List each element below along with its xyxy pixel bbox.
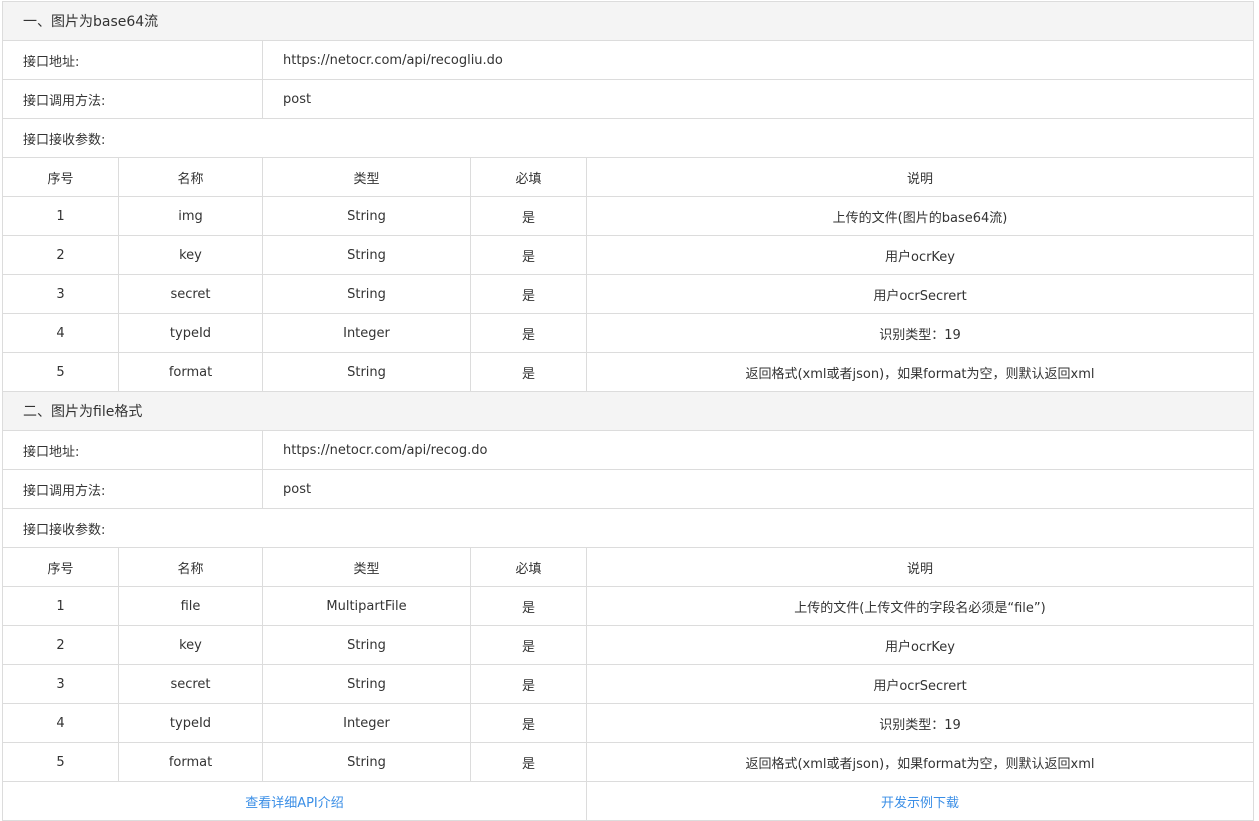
param-name: key bbox=[119, 236, 263, 274]
table-row: 3 secret String 是 用户ocrSecrert bbox=[3, 665, 1253, 704]
param-required: 是 bbox=[471, 587, 587, 625]
method-label: 接口调用方法: bbox=[3, 80, 263, 118]
download-cell: 开发示例下载 bbox=[587, 782, 1253, 820]
param-required: 是 bbox=[471, 704, 587, 742]
method-value: post bbox=[283, 481, 312, 497]
api-details-cell: 查看详细API介绍 bbox=[3, 782, 587, 820]
address-label: 接口地址: bbox=[3, 431, 263, 469]
method-row: 接口调用方法: post bbox=[3, 80, 1253, 119]
header-type: 类型 bbox=[263, 158, 471, 196]
param-type: String bbox=[263, 275, 471, 313]
param-description: 返回格式(xml或者json)，如果format为空，则默认返回xml bbox=[745, 366, 1095, 382]
param-type: String bbox=[263, 665, 471, 703]
method-label: 接口调用方法: bbox=[3, 470, 263, 508]
param-name: secret bbox=[119, 275, 263, 313]
param-description: 用户ocrKey bbox=[884, 639, 955, 655]
param-index: 4 bbox=[3, 704, 119, 742]
param-description: 用户ocrKey bbox=[884, 249, 955, 265]
table-row: 5 format String 是 返回格式(xml或者json)，如果form… bbox=[3, 743, 1253, 782]
table-row: 5 format String 是 返回格式(xml或者json)，如果form… bbox=[3, 353, 1253, 392]
params-header-row: 序号 名称 类型 必填 说明 bbox=[3, 548, 1253, 587]
sample-download-link[interactable]: 开发示例下载 bbox=[881, 792, 959, 811]
params-header-row: 序号 名称 类型 必填 说明 bbox=[3, 158, 1253, 197]
param-type: String bbox=[263, 353, 471, 391]
param-required: 是 bbox=[471, 743, 587, 781]
address-row: 接口地址: https://netocr.com/api/recogliu.do bbox=[3, 41, 1253, 80]
params-label: 接口接收参数: bbox=[23, 132, 106, 148]
param-name: typeId bbox=[119, 704, 263, 742]
param-index: 5 bbox=[3, 743, 119, 781]
table-row: 4 typeId Integer 是 识别类型：19 bbox=[3, 314, 1253, 353]
param-description: 用户ocrSecrert bbox=[873, 678, 967, 694]
params-row: 接口接收参数: bbox=[3, 509, 1253, 548]
header-required: 必填 bbox=[471, 158, 587, 196]
param-description: 识别类型：19 bbox=[879, 717, 961, 733]
param-index: 3 bbox=[3, 275, 119, 313]
table-row: 4 typeId Integer 是 识别类型：19 bbox=[3, 704, 1253, 743]
section-2-header: 二、图片为file格式 bbox=[3, 392, 1253, 431]
param-name: img bbox=[119, 197, 263, 235]
table-row: 3 secret String 是 用户ocrSecrert bbox=[3, 275, 1253, 314]
param-required: 是 bbox=[471, 626, 587, 664]
param-index: 2 bbox=[3, 626, 119, 664]
param-type: MultipartFile bbox=[263, 587, 471, 625]
api-doc-table: 一、图片为base64流 接口地址: https://netocr.com/ap… bbox=[2, 1, 1254, 821]
header-description: 说明 bbox=[906, 561, 933, 577]
param-type: String bbox=[263, 197, 471, 235]
header-type: 类型 bbox=[263, 548, 471, 586]
header-description: 说明 bbox=[906, 171, 933, 187]
param-required: 是 bbox=[471, 665, 587, 703]
address-value: https://netocr.com/api/recog.do bbox=[283, 442, 488, 458]
param-type: Integer bbox=[263, 314, 471, 352]
header-index: 序号 bbox=[3, 548, 119, 586]
param-description: 识别类型：19 bbox=[879, 327, 961, 343]
param-type: String bbox=[263, 743, 471, 781]
method-value: post bbox=[283, 91, 312, 107]
param-index: 5 bbox=[3, 353, 119, 391]
header-index: 序号 bbox=[3, 158, 119, 196]
address-value: https://netocr.com/api/recogliu.do bbox=[283, 52, 503, 68]
param-index: 3 bbox=[3, 665, 119, 703]
footer-links-row: 查看详细API介绍 开发示例下载 bbox=[3, 782, 1253, 821]
params-row: 接口接收参数: bbox=[3, 119, 1253, 158]
param-description: 用户ocrSecrert bbox=[873, 288, 967, 304]
param-name: file bbox=[119, 587, 263, 625]
param-required: 是 bbox=[471, 353, 587, 391]
table-row: 2 key String 是 用户ocrKey bbox=[3, 236, 1253, 275]
param-description: 上传的文件(图片的base64流) bbox=[832, 210, 1008, 226]
param-type: Integer bbox=[263, 704, 471, 742]
param-index: 1 bbox=[3, 587, 119, 625]
param-type: String bbox=[263, 626, 471, 664]
table-row: 2 key String 是 用户ocrKey bbox=[3, 626, 1253, 665]
param-required: 是 bbox=[471, 314, 587, 352]
param-description: 上传的文件(上传文件的字段名必须是“file”) bbox=[794, 600, 1046, 616]
table-row: 1 img String 是 上传的文件(图片的base64流) bbox=[3, 197, 1253, 236]
address-label: 接口地址: bbox=[3, 41, 263, 79]
header-name: 名称 bbox=[119, 548, 263, 586]
param-name: secret bbox=[119, 665, 263, 703]
param-type: String bbox=[263, 236, 471, 274]
section-1-header: 一、图片为base64流 bbox=[3, 2, 1253, 41]
param-index: 4 bbox=[3, 314, 119, 352]
section-title: 二、图片为file格式 bbox=[23, 404, 143, 420]
params-label: 接口接收参数: bbox=[23, 522, 106, 538]
param-required: 是 bbox=[471, 236, 587, 274]
param-name: format bbox=[119, 743, 263, 781]
header-name: 名称 bbox=[119, 158, 263, 196]
param-name: typeId bbox=[119, 314, 263, 352]
address-row: 接口地址: https://netocr.com/api/recog.do bbox=[3, 431, 1253, 470]
param-name: format bbox=[119, 353, 263, 391]
param-required: 是 bbox=[471, 275, 587, 313]
param-index: 2 bbox=[3, 236, 119, 274]
section-title: 一、图片为base64流 bbox=[23, 14, 159, 30]
param-name: key bbox=[119, 626, 263, 664]
method-row: 接口调用方法: post bbox=[3, 470, 1253, 509]
param-index: 1 bbox=[3, 197, 119, 235]
param-required: 是 bbox=[471, 197, 587, 235]
param-description: 返回格式(xml或者json)，如果format为空，则默认返回xml bbox=[745, 756, 1095, 772]
table-row: 1 file MultipartFile 是 上传的文件(上传文件的字段名必须是… bbox=[3, 587, 1253, 626]
api-details-link[interactable]: 查看详细API介绍 bbox=[245, 792, 344, 811]
header-required: 必填 bbox=[471, 548, 587, 586]
